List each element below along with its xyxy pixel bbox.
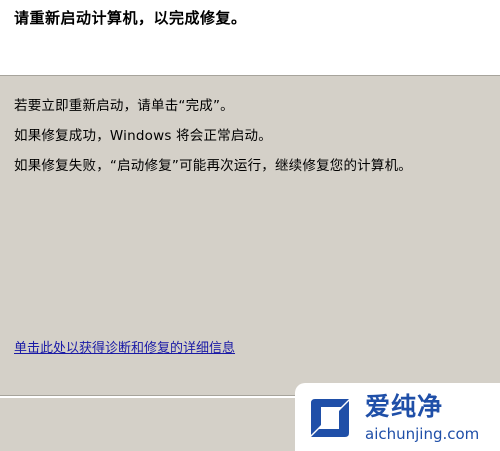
message-repair-success: 如果修复成功，Windows 将会正常启动。 [14,128,272,144]
watermark-badge: 爱纯净 aichunjing.com [295,383,500,451]
details-link[interactable]: 单击此处以获得诊断和修复的详细信息 [14,337,235,356]
message-repair-failure: 如果修复失败，“启动修复”可能再次运行，继续修复您的计算机。 [14,158,412,174]
page-title: 请重新启动计算机，以完成修复。 [14,9,247,27]
watermark-domain: aichunjing.com [365,425,480,443]
header-bar: 请重新启动计算机，以完成修复。 [0,0,500,76]
watermark-name: 爱纯净 [365,392,444,421]
content-panel: 若要立即重新启动，请单击“完成”。 如果修复成功，Windows 将会正常启动。… [0,77,500,395]
message-restart-instruction: 若要立即重新启动，请单击“完成”。 [14,98,234,114]
watermark-logo-icon [311,399,349,437]
